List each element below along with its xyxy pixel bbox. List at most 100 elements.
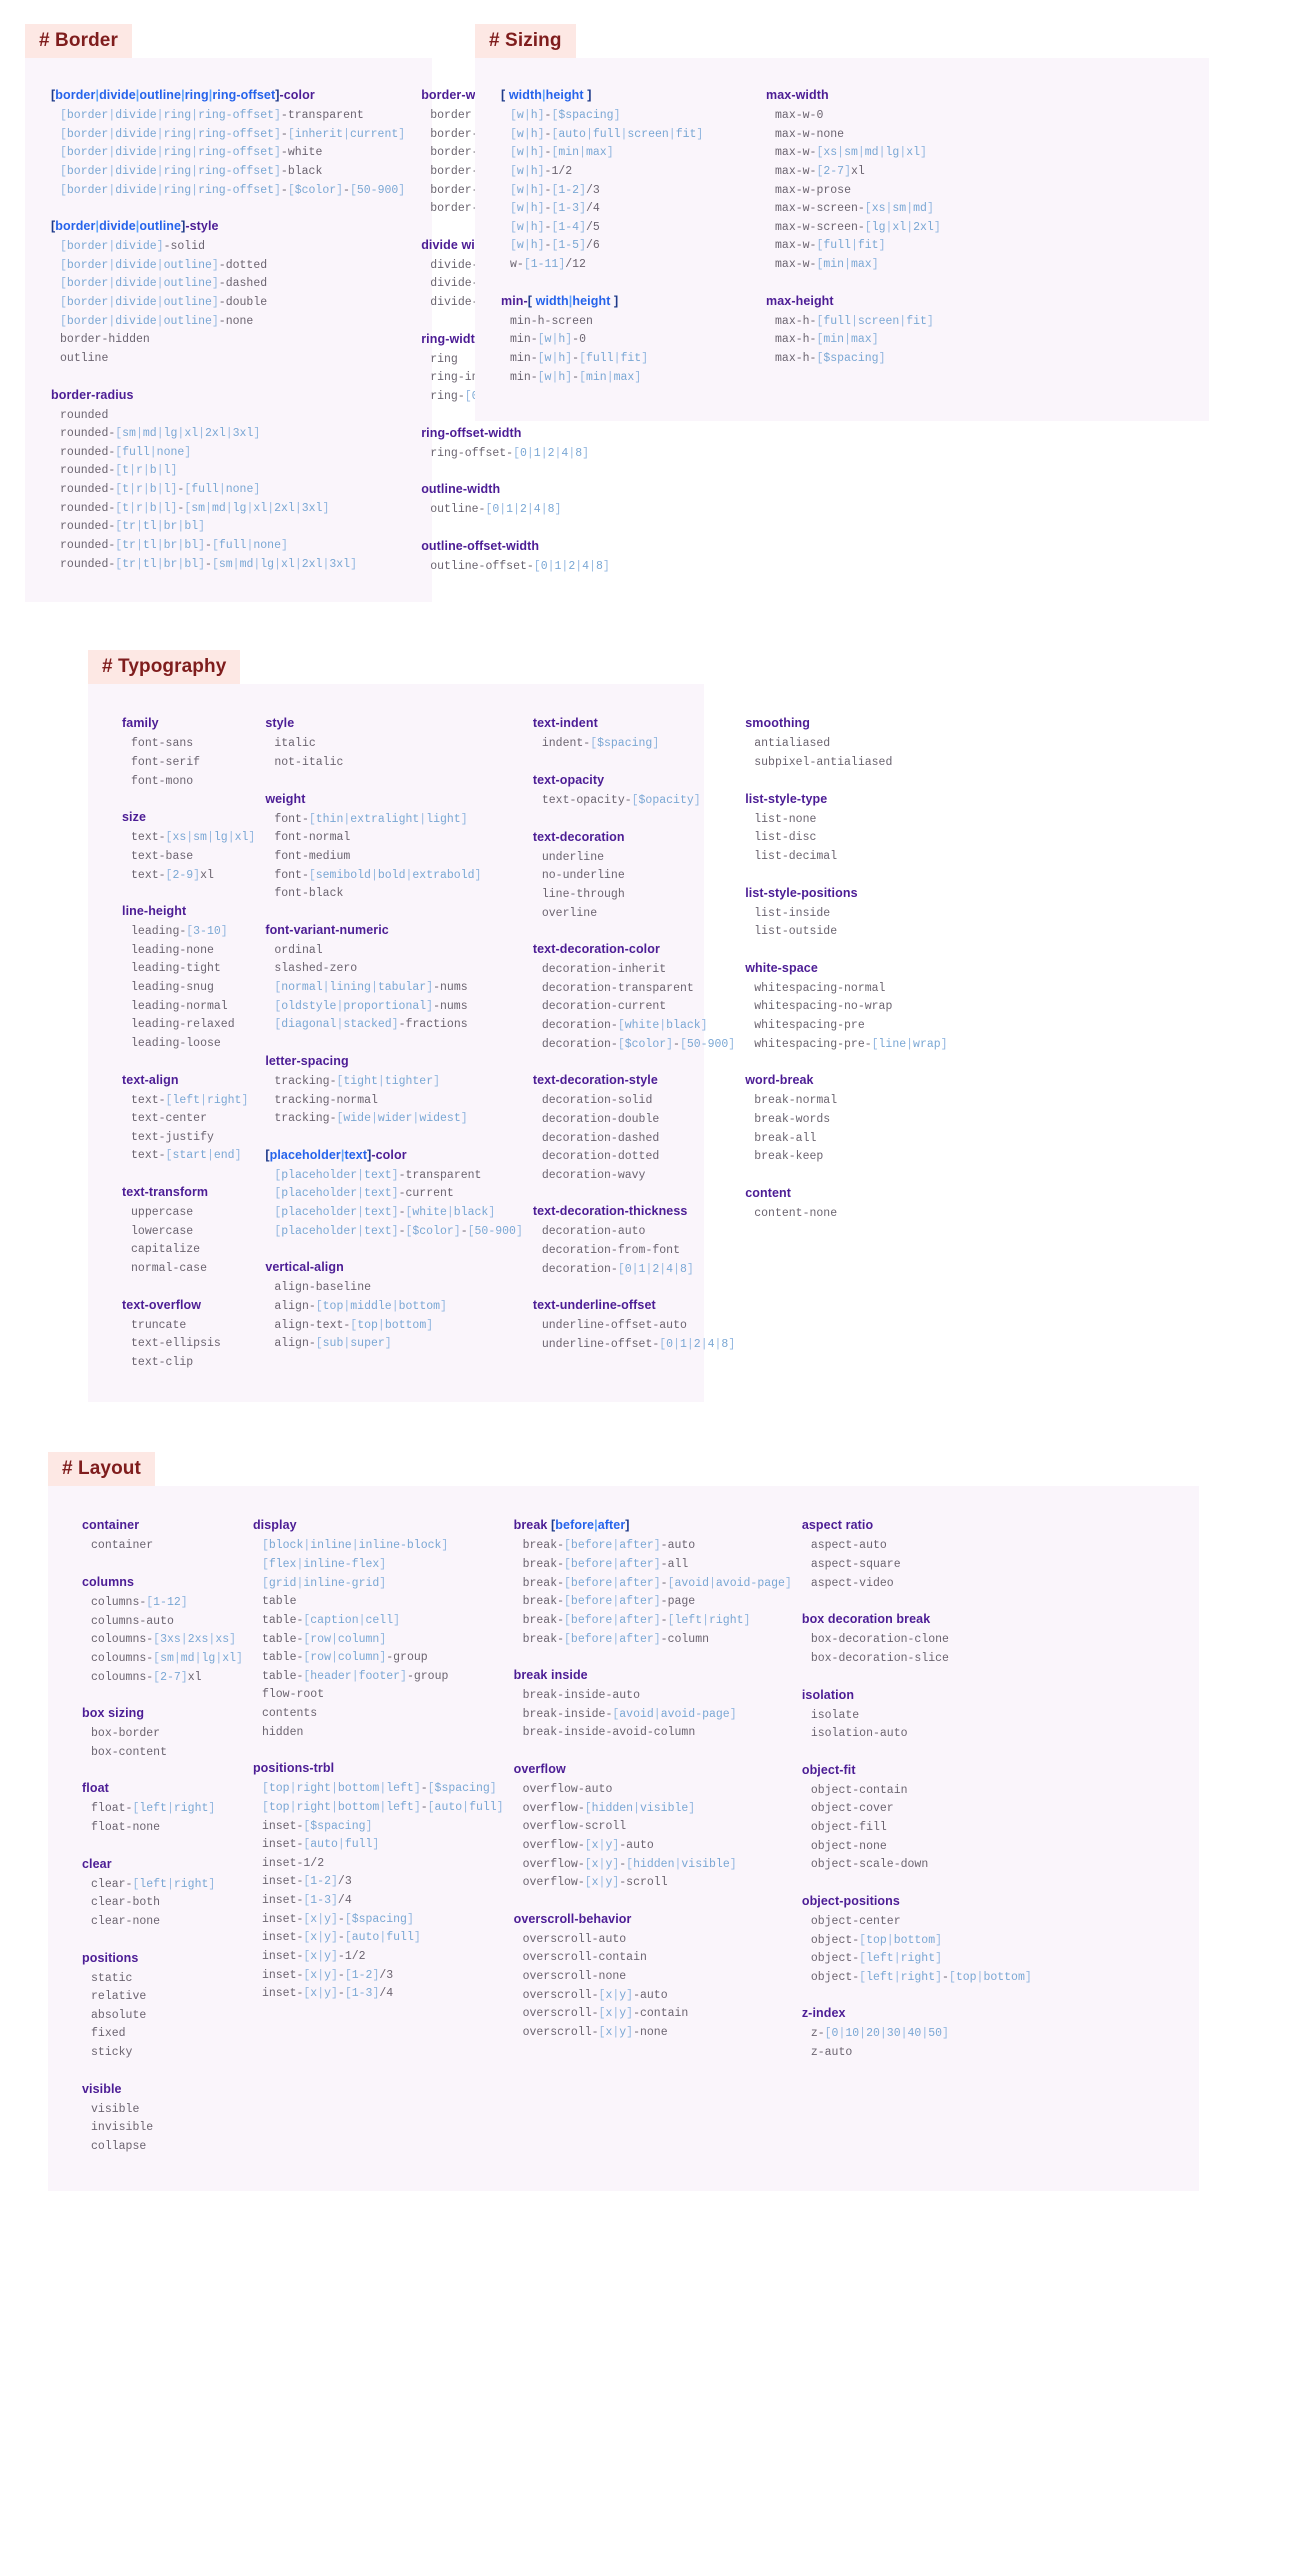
utility-class-item[interactable]: w-[1-11]/12	[501, 256, 756, 275]
utility-class-item[interactable]: [flex|inline-flex]	[253, 1556, 504, 1575]
utility-class-item[interactable]: rounded-[full|none]	[51, 444, 405, 463]
utility-class-item[interactable]: table-[caption|cell]	[253, 1612, 504, 1631]
utility-class-item[interactable]: aspect-video	[802, 1575, 1163, 1594]
utility-class-item[interactable]: rounded-[tr|tl|br|bl]-[full|none]	[51, 537, 405, 556]
utility-class-item[interactable]: underline-offset-auto	[533, 1317, 735, 1336]
utility-class-item[interactable]: overflow-scroll	[514, 1818, 792, 1837]
utility-class-item[interactable]: break-[before|after]-all	[514, 1556, 792, 1575]
utility-class-item[interactable]: underline-offset-[0|1|2|4|8]	[533, 1336, 735, 1355]
utility-class-item[interactable]: [border|divide|outline]-none	[51, 313, 405, 332]
utility-class-item[interactable]: ring-offset-[0|1|2|4|8]	[421, 445, 610, 464]
utility-class-item[interactable]: max-w-[min|max]	[766, 256, 1173, 275]
utility-class-item[interactable]: max-w-0	[766, 107, 1173, 126]
utility-class-item[interactable]: [diagonal|stacked]-fractions	[265, 1016, 523, 1035]
utility-class-item[interactable]: overscroll-[x|y]-none	[514, 2024, 792, 2043]
utility-class-item[interactable]: max-w-prose	[766, 182, 1173, 201]
utility-class-item[interactable]: [block|inline|inline-block]	[253, 1537, 504, 1556]
utility-class-item[interactable]: whitespacing-pre	[745, 1017, 1202, 1036]
utility-class-item[interactable]: max-w-[full|fit]	[766, 237, 1173, 256]
utility-class-item[interactable]: break-[before|after]-column	[514, 1631, 792, 1650]
utility-class-item[interactable]: aspect-auto	[802, 1537, 1163, 1556]
utility-class-item[interactable]: min-[w|h]-[full|fit]	[501, 350, 756, 369]
utility-class-item[interactable]: coloumns-[sm|md|lg|xl]	[82, 1650, 243, 1669]
utility-class-item[interactable]: object-center	[802, 1913, 1163, 1932]
utility-class-item[interactable]: box-decoration-slice	[802, 1650, 1163, 1669]
utility-class-item[interactable]: max-w-[xs|sm|md|lg|xl]	[766, 144, 1173, 163]
utility-class-item[interactable]: min-[w|h]-0	[501, 331, 756, 350]
utility-class-item[interactable]: font-[semibold|bold|extrabold]	[265, 867, 523, 886]
utility-class-item[interactable]: sticky	[82, 2044, 243, 2063]
utility-class-item[interactable]: not-italic	[265, 754, 523, 773]
utility-class-item[interactable]: subpixel-antialiased	[745, 754, 1202, 773]
utility-class-item[interactable]: list-decimal	[745, 848, 1202, 867]
utility-class-item[interactable]: decoration-double	[533, 1111, 735, 1130]
utility-class-item[interactable]: aspect-square	[802, 1556, 1163, 1575]
utility-class-item[interactable]: overline	[533, 905, 735, 924]
utility-class-item[interactable]: [border|divide|ring|ring-offset]-transpa…	[51, 107, 405, 126]
utility-class-item[interactable]: break-inside-avoid-column	[514, 1724, 792, 1743]
utility-class-item[interactable]: rounded-[tr|tl|br|bl]-[sm|md|lg|xl|2xl|3…	[51, 556, 405, 575]
utility-class-item[interactable]: align-text-[top|bottom]	[265, 1317, 523, 1336]
utility-class-item[interactable]: text-clip	[122, 1354, 255, 1373]
utility-class-item[interactable]: break-all	[745, 1130, 1202, 1149]
utility-class-item[interactable]: max-h-[$spacing]	[766, 350, 1173, 369]
utility-class-item[interactable]: object-scale-down	[802, 1856, 1163, 1875]
utility-class-item[interactable]: max-w-screen-[lg|xl|2xl]	[766, 219, 1173, 238]
utility-class-item[interactable]: overflow-auto	[514, 1781, 792, 1800]
utility-class-item[interactable]: text-[start|end]	[122, 1147, 255, 1166]
utility-class-item[interactable]: outline	[51, 350, 405, 369]
utility-class-item[interactable]: rounded-[t|r|b|l]-[sm|md|lg|xl|2xl|3xl]	[51, 500, 405, 519]
utility-class-item[interactable]: max-w-[2-7]xl	[766, 163, 1173, 182]
utility-class-item[interactable]: float-[left|right]	[82, 1800, 243, 1819]
utility-class-item[interactable]: overflow-[x|y]-[hidden|visible]	[514, 1856, 792, 1875]
utility-class-item[interactable]: overscroll-contain	[514, 1949, 792, 1968]
utility-class-item[interactable]: content-none	[745, 1205, 1202, 1224]
utility-class-item[interactable]: overflow-[hidden|visible]	[514, 1800, 792, 1819]
utility-class-item[interactable]: align-baseline	[265, 1279, 523, 1298]
utility-class-item[interactable]: collapse	[82, 2138, 243, 2157]
utility-class-item[interactable]: box-decoration-clone	[802, 1631, 1163, 1650]
utility-class-item[interactable]: antialiased	[745, 735, 1202, 754]
utility-class-item[interactable]: rounded-[tr|tl|br|bl]	[51, 518, 405, 537]
utility-class-item[interactable]: break-[before|after]-page	[514, 1593, 792, 1612]
utility-class-item[interactable]: decoration-wavy	[533, 1167, 735, 1186]
utility-class-item[interactable]: ordinal	[265, 942, 523, 961]
utility-class-item[interactable]: inset-[1-3]/4	[253, 1892, 504, 1911]
utility-class-item[interactable]: outline-offset-[0|1|2|4|8]	[421, 558, 610, 577]
utility-class-item[interactable]: [oldstyle|proportional]-nums	[265, 998, 523, 1017]
utility-class-item[interactable]: decoration-auto	[533, 1223, 735, 1242]
utility-class-item[interactable]: absolute	[82, 2007, 243, 2026]
utility-class-item[interactable]: min-h-screen	[501, 313, 756, 332]
utility-class-item[interactable]: border-hidden	[51, 331, 405, 350]
utility-class-item[interactable]: object-[left|right]-[top|bottom]	[802, 1969, 1163, 1988]
utility-class-item[interactable]: whitespacing-pre-[line|wrap]	[745, 1036, 1202, 1055]
utility-class-item[interactable]: overscroll-none	[514, 1968, 792, 1987]
utility-class-item[interactable]: no-underline	[533, 867, 735, 886]
utility-class-item[interactable]: [placeholder|text]-[white|black]	[265, 1204, 523, 1223]
utility-class-item[interactable]: inset-[x|y]-1/2	[253, 1948, 504, 1967]
utility-class-item[interactable]: list-disc	[745, 829, 1202, 848]
utility-class-item[interactable]: object-fill	[802, 1819, 1163, 1838]
utility-class-item[interactable]: line-through	[533, 886, 735, 905]
utility-class-item[interactable]: max-h-[min|max]	[766, 331, 1173, 350]
utility-class-item[interactable]: decoration-[0|1|2|4|8]	[533, 1261, 735, 1280]
utility-class-item[interactable]: align-[top|middle|bottom]	[265, 1298, 523, 1317]
utility-class-item[interactable]: max-w-screen-[xs|sm|md]	[766, 200, 1173, 219]
utility-class-item[interactable]: [normal|lining|tabular]-nums	[265, 979, 523, 998]
utility-class-item[interactable]: box-content	[82, 1744, 243, 1763]
utility-class-item[interactable]: break-words	[745, 1111, 1202, 1130]
utility-class-item[interactable]: slashed-zero	[265, 960, 523, 979]
utility-class-item[interactable]: rounded-[t|r|b|l]	[51, 462, 405, 481]
utility-class-item[interactable]: lowercase	[122, 1223, 255, 1242]
utility-class-item[interactable]: hidden	[253, 1724, 504, 1743]
utility-class-item[interactable]: leading-tight	[122, 960, 255, 979]
utility-class-item[interactable]: font-medium	[265, 848, 523, 867]
utility-class-item[interactable]: clear-[left|right]	[82, 1876, 243, 1895]
utility-class-item[interactable]: list-inside	[745, 905, 1202, 924]
utility-class-item[interactable]: text-[2-9]xl	[122, 867, 255, 886]
utility-class-item[interactable]: italic	[265, 735, 523, 754]
utility-class-item[interactable]: columns-[1-12]	[82, 1594, 243, 1613]
utility-class-item[interactable]: tracking-normal	[265, 1092, 523, 1111]
utility-class-item[interactable]: rounded	[51, 407, 405, 426]
utility-class-item[interactable]: container	[82, 1537, 243, 1556]
